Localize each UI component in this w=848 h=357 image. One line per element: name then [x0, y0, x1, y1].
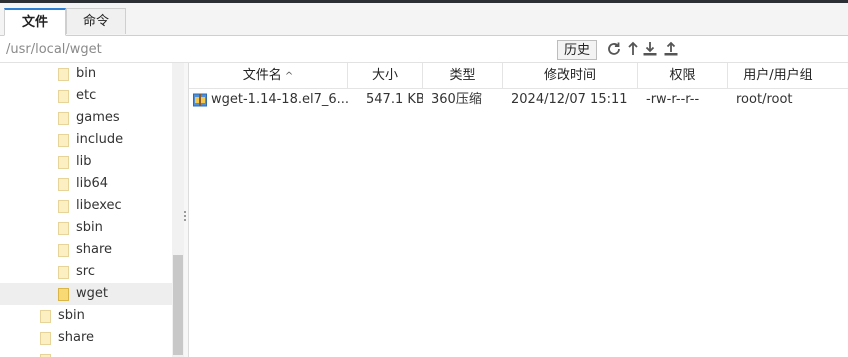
- tree-item-label: games: [76, 110, 120, 125]
- tree-item-label: wget: [76, 286, 108, 301]
- folder-icon: [40, 332, 51, 345]
- path-input[interactable]: [2, 39, 560, 59]
- archive-icon: [193, 93, 207, 107]
- refresh-icon[interactable]: [606, 41, 622, 57]
- tree-item-label: etc: [76, 88, 97, 103]
- folder-icon: [58, 200, 69, 213]
- tree-item-label: sbin: [58, 308, 85, 323]
- tree-item-src[interactable]: src: [0, 261, 172, 283]
- column-header-label: 文件名: [242, 68, 282, 83]
- folder-icon: [40, 310, 51, 323]
- tree-item-label: sbin: [76, 220, 103, 235]
- file-permissions: -rw-r--r--: [646, 92, 700, 107]
- file-owner: root/root: [736, 92, 793, 107]
- tree-item-partial: [0, 349, 172, 357]
- tab-bar: 文件 命令: [0, 3, 848, 36]
- sort-ascending-icon: ^: [284, 71, 294, 82]
- table-row[interactable]: wget-1.14-18.el7_6.... 547.1 KB 360压缩 20…: [189, 89, 848, 111]
- file-list-header: 文件名 ^ 大小 类型 修改时间 权限 用户/用户组: [189, 63, 848, 89]
- file-name: wget-1.14-18.el7_6....: [211, 92, 348, 107]
- tab-files[interactable]: 文件: [4, 8, 66, 36]
- path-toolbar: 历史: [0, 36, 848, 62]
- download-icon[interactable]: [642, 41, 658, 57]
- tree-item-label: share: [76, 242, 113, 257]
- tab-commands[interactable]: 命令: [66, 8, 126, 34]
- tree-item-include[interactable]: include: [0, 129, 172, 151]
- folder-icon: [58, 222, 69, 235]
- column-header-type[interactable]: 类型: [423, 63, 503, 88]
- folder-icon: [58, 156, 69, 169]
- tree-item-wget[interactable]: wget: [0, 283, 172, 305]
- tree-item-label: lib64: [76, 176, 109, 191]
- tree-item-label: libexec: [76, 198, 122, 213]
- file-modified: 2024/12/07 15:11: [511, 92, 628, 107]
- folder-icon: [58, 112, 69, 125]
- folder-icon: [58, 68, 69, 81]
- folder-icon: [58, 244, 69, 257]
- tree-item-sbin[interactable]: sbin: [0, 217, 172, 239]
- column-header-modified[interactable]: 修改时间: [503, 63, 638, 88]
- folder-icon: [58, 90, 69, 103]
- tree-item-share-root[interactable]: share: [0, 327, 172, 349]
- up-arrow-icon[interactable]: [625, 41, 641, 57]
- tree-scrollbar[interactable]: [172, 63, 184, 357]
- tree-item-label: lib: [76, 154, 92, 169]
- column-header-owner[interactable]: 用户/用户组: [728, 63, 828, 88]
- tree-item-lib64[interactable]: lib64: [0, 173, 172, 195]
- tree-item-bin[interactable]: bin: [0, 63, 172, 85]
- folder-icon: [58, 178, 69, 191]
- tree-scrollbar-thumb[interactable]: [173, 255, 183, 355]
- folder-icon: [58, 134, 69, 147]
- tree-item-label: src: [76, 264, 95, 279]
- folder-tree: bin etc games include lib lib64 libexec …: [0, 63, 172, 357]
- file-size: 547.1 KB: [366, 92, 423, 107]
- file-list: 文件名 ^ 大小 类型 修改时间 权限 用户/用户组 wget-1.14-18.e…: [189, 63, 848, 357]
- history-button[interactable]: 历史: [557, 40, 597, 60]
- column-header-permissions[interactable]: 权限: [638, 63, 728, 88]
- upload-icon[interactable]: [663, 41, 679, 57]
- tree-item-etc[interactable]: etc: [0, 85, 172, 107]
- folder-open-icon: [58, 288, 69, 301]
- tree-item-share[interactable]: share: [0, 239, 172, 261]
- file-type: 360压缩: [431, 92, 482, 107]
- tree-item-games[interactable]: games: [0, 107, 172, 129]
- column-header-size[interactable]: 大小: [348, 63, 423, 88]
- tree-item-libexec[interactable]: libexec: [0, 195, 172, 217]
- folder-icon: [58, 266, 69, 279]
- column-header-name[interactable]: 文件名 ^: [189, 63, 348, 88]
- tree-item-label: bin: [76, 66, 97, 81]
- tree-item-label: include: [76, 132, 124, 147]
- tree-item-sbin-root[interactable]: sbin: [0, 305, 172, 327]
- tree-item-label: share: [58, 330, 95, 345]
- tree-item-lib[interactable]: lib: [0, 151, 172, 173]
